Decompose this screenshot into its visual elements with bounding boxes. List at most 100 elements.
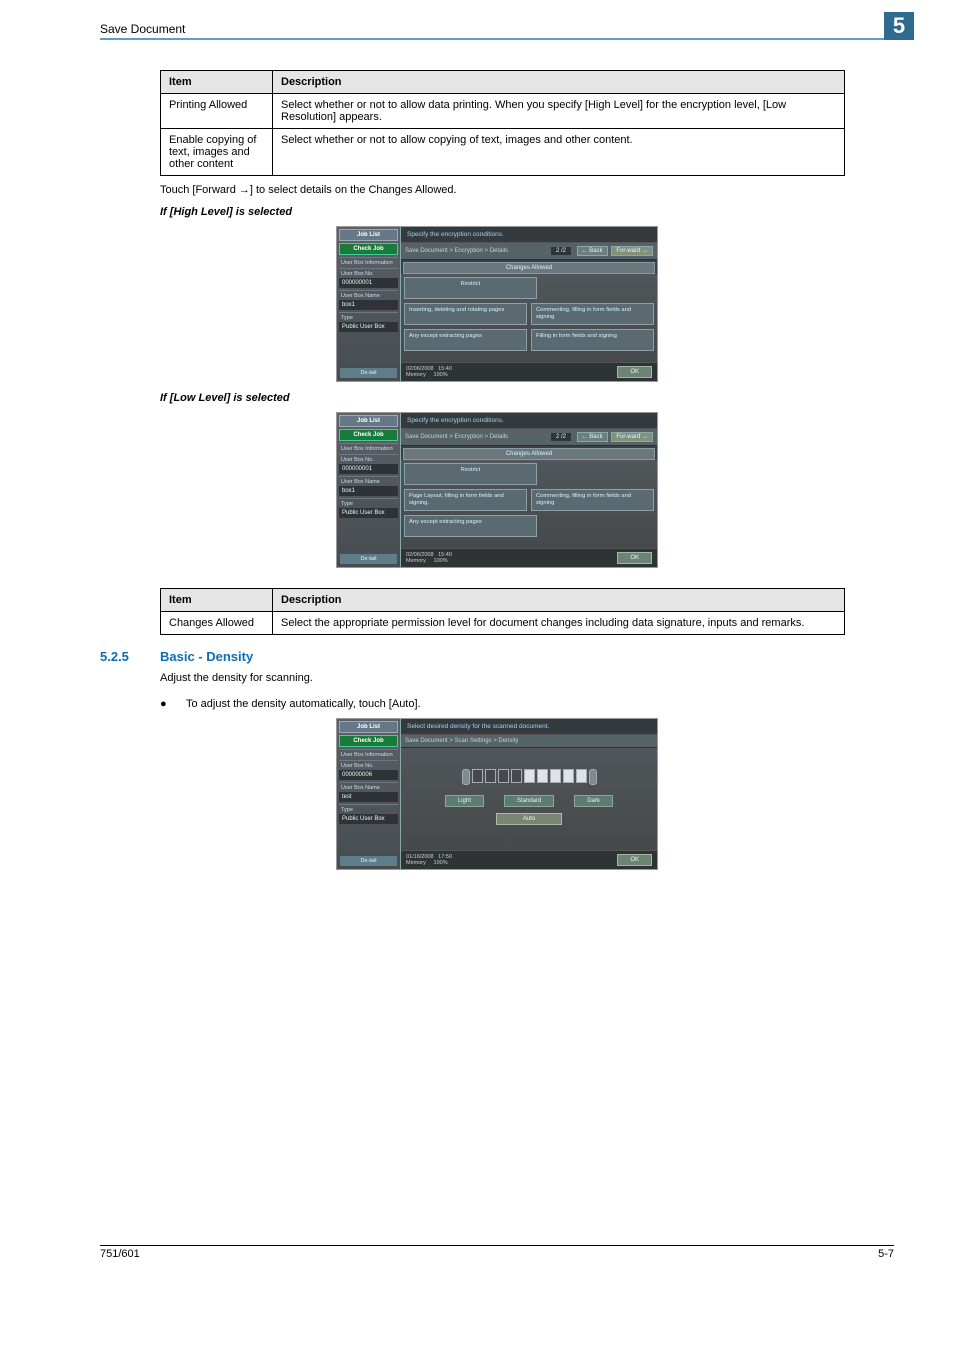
breadcrumb-path: Save Document > Scan Settings > Density xyxy=(405,738,518,744)
user-box-name-label: User Box Name xyxy=(339,782,398,791)
user-box-name-value: box1 xyxy=(339,486,398,496)
high-level-heading: If [High Level] is selected xyxy=(160,206,894,218)
user-box-no-label: User Box No. xyxy=(339,454,398,463)
breadcrumb-bar: Save Document > Encryption > Details 2 /… xyxy=(401,429,657,446)
changes-allowed-subheader: Changes Allowed xyxy=(403,448,655,460)
status-bar: 01/16/2008 17:50 Memory 100% OK xyxy=(401,850,657,869)
breadcrumb-path: Save Document > Encryption > Details xyxy=(405,434,508,440)
breadcrumb-bar: Save Document > Encryption > Details 2 /… xyxy=(401,243,657,260)
auto-button[interactable]: Auto xyxy=(496,813,562,825)
bullet-item: ● To adjust the density automatically, t… xyxy=(160,698,894,710)
density-decrease-icon[interactable] xyxy=(462,769,470,785)
table-row: Printing Allowed Select whether or not t… xyxy=(161,94,845,129)
screenshot-sidebar: Job List Check Job User Box Information … xyxy=(337,413,401,567)
user-box-info-label: User Box Information xyxy=(339,443,398,452)
user-box-name-value: box1 xyxy=(339,300,398,310)
density-increase-icon[interactable] xyxy=(589,769,597,785)
user-box-no-value: 000000001 xyxy=(339,278,398,288)
status-bar: 02/06/2008 15:40 Memory 100% OK xyxy=(401,548,657,567)
section-number: 5.2.5 xyxy=(100,649,160,664)
table-header-description: Description xyxy=(273,71,845,94)
forward-button[interactable]: For-ward → xyxy=(611,432,653,442)
header-rule xyxy=(100,38,894,40)
user-box-name-label: User Box Name xyxy=(339,290,398,299)
type-label: Type xyxy=(339,312,398,321)
changes-allowed-table: Item Description Changes Allowed Select … xyxy=(160,588,845,635)
job-list-tab[interactable]: Job List xyxy=(339,229,398,241)
page-layout-option[interactable]: Page Layout, filling in form fields and … xyxy=(404,489,527,511)
user-box-no-value: 000000001 xyxy=(339,464,398,474)
user-box-no-value: 000000006 xyxy=(339,770,398,780)
table-header-description: Description xyxy=(273,589,845,612)
screenshot-high-level: Job List Check Job User Box Information … xyxy=(336,226,658,382)
changes-allowed-subheader: Changes Allowed xyxy=(403,262,655,274)
dark-button[interactable]: Dark xyxy=(574,795,613,807)
check-job-tab[interactable]: Check Job xyxy=(339,735,398,747)
bullet-icon: ● xyxy=(160,698,186,710)
back-button[interactable]: ← Back xyxy=(577,432,608,442)
ok-button[interactable]: OK xyxy=(617,552,652,564)
screenshot-message: Specify the encryption conditions. xyxy=(401,227,657,243)
user-box-no-label: User Box No. xyxy=(339,268,398,277)
table-header-item: Item xyxy=(161,589,273,612)
any-except-extract-option[interactable]: Any except extracting pages xyxy=(404,515,537,537)
commenting-option[interactable]: Commenting, filling in form fields and s… xyxy=(531,303,654,325)
any-except-extract-option[interactable]: Any except extracting pages xyxy=(404,329,527,351)
table-row: Changes Allowed Select the appropriate p… xyxy=(161,612,845,635)
page-footer: 751/601 5-7 xyxy=(100,1245,894,1260)
breadcrumb-path: Save Document > Encryption > Details xyxy=(405,248,508,254)
density-scale[interactable] xyxy=(404,769,654,785)
screenshot-sidebar: Job List Check Job User Box Information … xyxy=(337,719,401,869)
section-title: Basic - Density xyxy=(160,649,253,664)
detail-button[interactable]: De-tail xyxy=(340,856,397,866)
type-label: Type xyxy=(339,498,398,507)
section-heading: 5.2.5 Basic - Density xyxy=(100,649,894,664)
status-bar: 02/06/2008 15:40 Memory 100% OK xyxy=(401,362,657,381)
ok-button[interactable]: OK xyxy=(617,854,652,866)
footer-model: 751/601 xyxy=(100,1248,140,1260)
chapter-number-badge: 5 xyxy=(884,12,914,40)
job-list-tab[interactable]: Job List xyxy=(339,415,398,427)
detail-button[interactable]: De-tail xyxy=(340,554,397,564)
screenshot-message: Select desired density for the scanned d… xyxy=(401,719,657,735)
footer-page-number: 5-7 xyxy=(878,1248,894,1260)
commenting-option[interactable]: Commenting, filling in form fields and s… xyxy=(531,489,654,511)
type-value: Public User Box xyxy=(339,322,398,332)
table-header-item: Item xyxy=(161,71,273,94)
screenshot-message: Specify the encryption conditions. xyxy=(401,413,657,429)
user-box-info-label: User Box Information xyxy=(339,257,398,266)
page-indicator: 2 /2 xyxy=(551,433,571,441)
restrict-option[interactable]: Restrict xyxy=(404,277,537,299)
ok-button[interactable]: OK xyxy=(617,366,652,378)
check-job-tab[interactable]: Check Job xyxy=(339,243,398,255)
breadcrumb-bar: Save Document > Scan Settings > Density xyxy=(401,735,657,748)
user-box-info-label: User Box Information xyxy=(339,749,398,758)
user-box-no-label: User Box No. xyxy=(339,760,398,769)
type-value: Public User Box xyxy=(339,508,398,518)
encryption-options-table: Item Description Printing Allowed Select… xyxy=(160,70,845,176)
restrict-option[interactable]: Restrict xyxy=(404,463,537,485)
screenshot-density: Job List Check Job User Box Information … xyxy=(336,718,658,870)
type-value: Public User Box xyxy=(339,814,398,824)
back-button[interactable]: ← Back xyxy=(577,246,608,256)
detail-button[interactable]: De-tail xyxy=(340,368,397,378)
section-intro: Adjust the density for scanning. xyxy=(160,672,894,684)
forward-button[interactable]: For-ward → xyxy=(611,246,653,256)
forward-instruction: Touch [Forward →] to select details on t… xyxy=(160,184,894,196)
light-button[interactable]: Light xyxy=(445,795,484,807)
fill-sign-option[interactable]: Filling in form fields and signing xyxy=(531,329,654,351)
screenshot-low-level: Job List Check Job User Box Information … xyxy=(336,412,658,568)
table-row: Enable copying of text, images and other… xyxy=(161,129,845,176)
user-box-name-value: test xyxy=(339,792,398,802)
job-list-tab[interactable]: Job List xyxy=(339,721,398,733)
low-level-heading: If [Low Level] is selected xyxy=(160,392,894,404)
check-job-tab[interactable]: Check Job xyxy=(339,429,398,441)
type-label: Type xyxy=(339,804,398,813)
page-header: Save Document xyxy=(100,18,894,36)
user-box-name-label: User Box Name xyxy=(339,476,398,485)
screenshot-sidebar: Job List Check Job User Box Information … xyxy=(337,227,401,381)
running-title: Save Document xyxy=(100,18,185,36)
page-indicator: 2 /2 xyxy=(551,247,571,255)
insert-delete-rotate-option[interactable]: Inserting, deleting and rotating pages xyxy=(404,303,527,325)
standard-button[interactable]: Standard xyxy=(504,795,554,807)
